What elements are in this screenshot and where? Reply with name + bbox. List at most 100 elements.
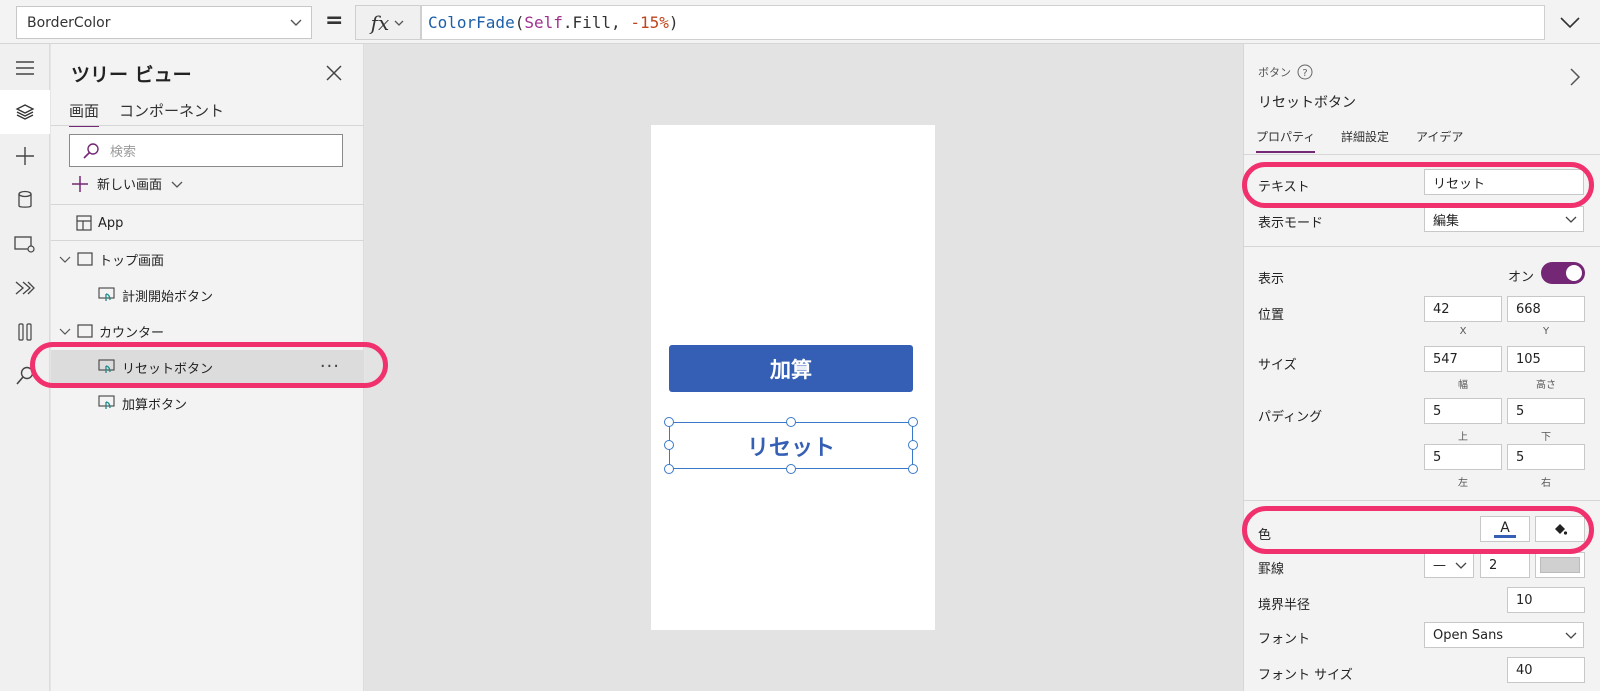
tab-advanced[interactable]: 詳細設定 (1341, 128, 1389, 151)
resize-handle[interactable] (664, 440, 674, 450)
new-screen-label: 新しい画面 (97, 178, 163, 193)
font-select[interactable]: Open Sans (1424, 622, 1584, 648)
position-x-input[interactable]: 42 (1424, 296, 1502, 322)
tree-item-add-button[interactable]: 加算ボタン (51, 386, 364, 420)
search-placeholder: 検索 (110, 145, 137, 160)
database-icon[interactable] (0, 178, 50, 222)
divider (51, 204, 364, 205)
divider (1244, 500, 1600, 501)
text-input[interactable]: リセット (1424, 169, 1584, 195)
font-label: フォント (1258, 632, 1311, 647)
search-icon[interactable] (0, 354, 50, 398)
border-thickness-input[interactable]: 2 (1480, 552, 1530, 578)
resize-handle[interactable] (908, 417, 918, 427)
size-height-input[interactable]: 105 (1507, 346, 1585, 372)
text-color-button[interactable]: A (1480, 516, 1530, 542)
automate-icon[interactable] (0, 266, 50, 310)
border-label: 罫線 (1258, 562, 1285, 577)
padding-right-input[interactable]: 5 (1507, 444, 1585, 470)
tree-item-label: リセットボタン (122, 361, 214, 377)
left-rail (0, 44, 50, 691)
button-icon (98, 395, 115, 409)
close-icon[interactable] (325, 64, 343, 82)
resize-handle[interactable] (786, 464, 796, 474)
display-mode-select[interactable]: 編集 (1424, 206, 1584, 232)
resize-handle[interactable] (664, 464, 674, 474)
fx-icon: fx (370, 10, 390, 35)
visible-toggle[interactable] (1541, 262, 1585, 284)
tab-components[interactable]: コンポーネント (119, 100, 224, 125)
reset-button[interactable]: リセット (669, 422, 913, 469)
screen-icon (77, 252, 93, 266)
fill-color-button[interactable] (1535, 516, 1585, 542)
chevron-down-icon (1565, 632, 1577, 639)
control-type-label: ボタン (1258, 66, 1291, 79)
border-color-button[interactable] (1535, 552, 1585, 578)
resize-handle[interactable] (908, 464, 918, 474)
resize-handle[interactable] (664, 417, 674, 427)
chevron-down-icon (290, 19, 302, 26)
resize-handle[interactable] (908, 440, 918, 450)
formula-token: ( (514, 13, 525, 32)
help-icon[interactable]: ? (1297, 64, 1313, 80)
chevron-down-icon[interactable] (59, 325, 71, 337)
button-icon (98, 359, 115, 373)
properties-panel: ボタン ? リセットボタン プロパティ 詳細設定 アイデア テキスト リセット … (1243, 44, 1600, 691)
plus-icon[interactable] (0, 134, 50, 178)
search-icon (83, 142, 99, 159)
tree-item-label: 計測開始ボタン (122, 289, 214, 305)
app-icon (76, 215, 92, 231)
formula-input[interactable]: ColorFade(Self .Fill, -15%) (421, 5, 1545, 40)
resize-handle[interactable] (786, 417, 796, 427)
more-options-icon[interactable]: ··· (320, 356, 340, 377)
equals-sign: = (325, 8, 344, 33)
padding-bottom-input[interactable]: 5 (1507, 398, 1585, 424)
bottom-caption: 下 (1541, 432, 1551, 443)
left-caption: 左 (1458, 478, 1468, 489)
tab-ideas[interactable]: アイデア (1416, 128, 1463, 151)
padding-left-input[interactable]: 5 (1424, 444, 1502, 470)
position-y-input[interactable]: 668 (1507, 296, 1585, 322)
add-button[interactable]: 加算 (669, 345, 913, 392)
tab-properties[interactable]: プロパティ (1256, 128, 1316, 153)
tree-item-label: トップ画面 (99, 253, 165, 269)
tree-item-label: App (98, 215, 124, 231)
chevron-down-icon (171, 181, 183, 188)
tree-item-start-button[interactable]: 計測開始ボタン (51, 278, 364, 312)
divider (51, 125, 364, 126)
media-icon[interactable] (0, 222, 50, 266)
chevron-down-icon[interactable] (59, 253, 71, 265)
function-button[interactable]: fx (355, 5, 421, 40)
property-selector[interactable]: BorderColor (16, 6, 312, 39)
border-radius-label: 境界半径 (1258, 598, 1311, 613)
font-value: Open Sans (1433, 627, 1504, 643)
button-icon (98, 287, 115, 301)
tree-item-app[interactable]: App (51, 206, 364, 240)
chevron-right-icon[interactable] (1566, 66, 1584, 88)
size-width-input[interactable]: 547 (1424, 346, 1502, 372)
formula-token: ) (668, 13, 679, 32)
tree-item-reset-button[interactable]: リセットボタン ··· (51, 350, 364, 384)
border-radius-input[interactable]: 10 (1507, 587, 1585, 613)
layers-icon[interactable] (0, 90, 50, 134)
new-screen-button[interactable]: 新しい画面 (71, 174, 184, 193)
border-style-select[interactable]: — (1424, 552, 1474, 578)
control-type: ボタン ? (1258, 64, 1313, 80)
font-size-input[interactable]: 40 (1507, 657, 1585, 683)
x-caption: X (1459, 326, 1467, 337)
tools-icon[interactable] (0, 310, 50, 354)
tree-search-input[interactable]: 検索 (69, 134, 343, 167)
height-caption: 高さ (1536, 380, 1556, 391)
display-mode-value: 編集 (1433, 213, 1460, 229)
chevron-down-icon (1455, 562, 1467, 569)
tab-screens[interactable]: 画面 (69, 100, 100, 127)
expand-formula-icon[interactable] (1558, 12, 1582, 32)
padding-top-input[interactable]: 5 (1424, 398, 1502, 424)
hamburger-icon[interactable] (0, 46, 50, 90)
tree-item-top-screen[interactable]: トップ画面 (51, 242, 364, 276)
formula-token: ColorFade (428, 13, 515, 32)
tree-item-counter-screen[interactable]: カウンター (51, 314, 364, 348)
paint-bucket-icon (1555, 524, 1568, 535)
visible-state: オン (1508, 270, 1535, 285)
display-mode-label: 表示モード (1258, 216, 1324, 231)
